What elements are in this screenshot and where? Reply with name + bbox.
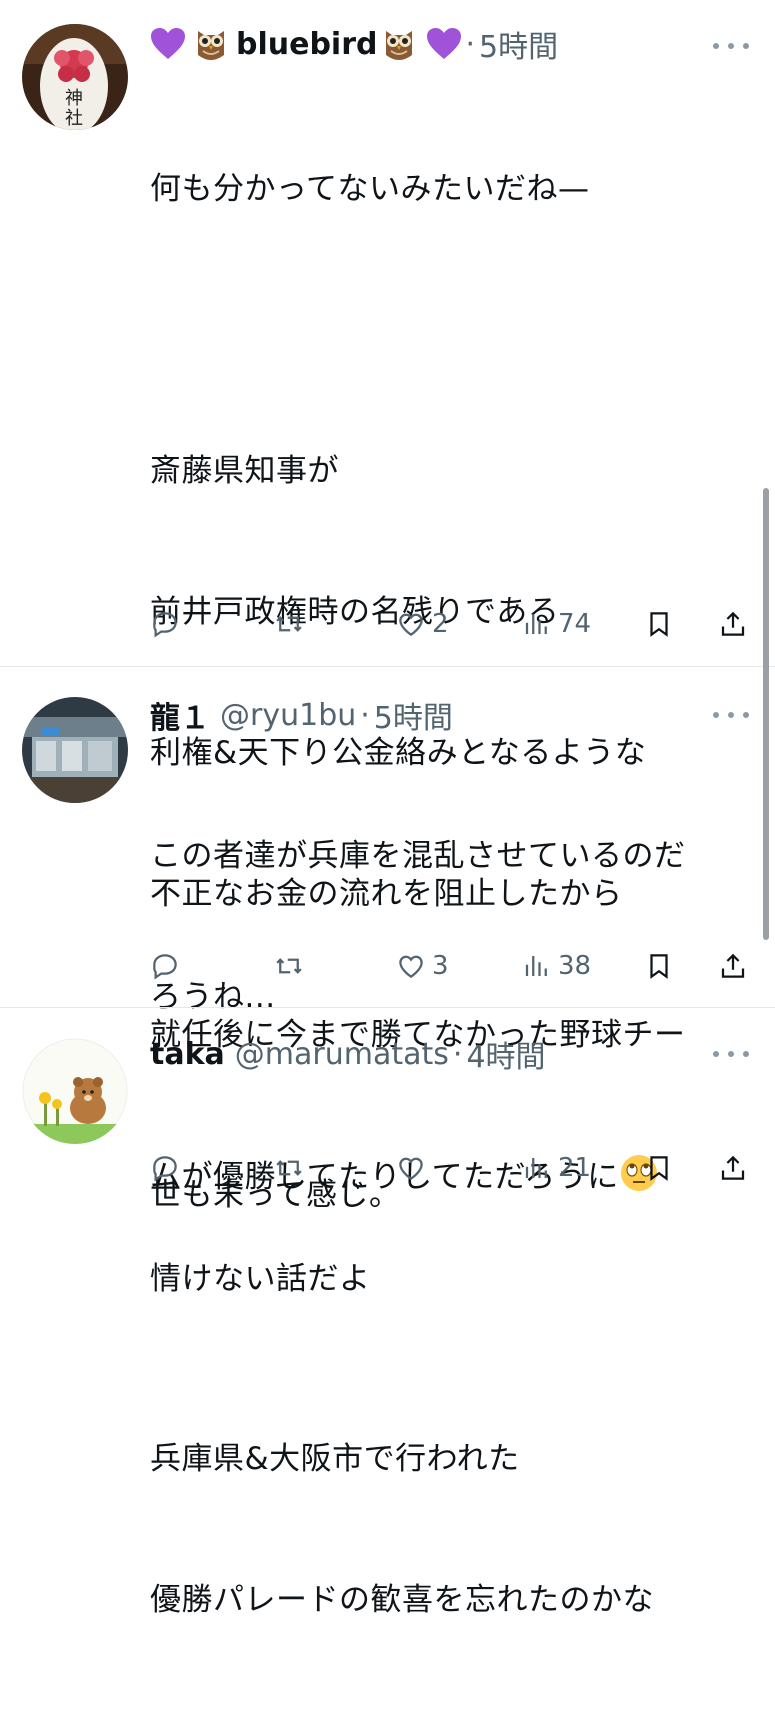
- share-icon: [721, 953, 745, 978]
- text-line: 兵庫県&大阪市で行われた: [150, 1441, 520, 1477]
- name-emoji-right: [382, 25, 462, 63]
- display-name[interactable]: 龍１: [150, 693, 210, 737]
- timestamp[interactable]: 4時間: [466, 1032, 545, 1076]
- tweet-actions: 21: [150, 1148, 750, 1188]
- name-emoji-left: [150, 25, 228, 63]
- tweet-1[interactable]: 神 社 bluebird · 5時間 何も分かってないみたいだね— 斎藤県知事が…: [0, 0, 775, 1618]
- like-icon: [399, 613, 423, 636]
- svg-text:神: 神: [65, 88, 83, 109]
- like-count: 2: [432, 609, 449, 639]
- reply-button[interactable]: [150, 946, 186, 986]
- purple-heart-icon: [426, 28, 461, 59]
- tweet-header: taka @marumatats · 4時間: [150, 1030, 546, 1078]
- reply-icon: [153, 612, 177, 638]
- share-button[interactable]: [718, 604, 748, 644]
- views-button[interactable]: 38: [522, 946, 591, 986]
- avatar[interactable]: [22, 697, 128, 803]
- more-icon[interactable]: [713, 705, 749, 725]
- retweet-button[interactable]: [274, 1148, 310, 1188]
- reply-icon: [153, 954, 177, 980]
- more-icon[interactable]: [713, 36, 749, 56]
- share-button[interactable]: [718, 1148, 748, 1188]
- timestamp[interactable]: 5時間: [374, 693, 453, 737]
- share-icon: [721, 1155, 745, 1180]
- retweet-button[interactable]: [274, 946, 310, 986]
- tweet-text: 世も末って感じ。: [150, 1078, 400, 1313]
- like-icon: [399, 1157, 423, 1180]
- share-icon: [721, 611, 745, 636]
- bookmark-button[interactable]: [644, 604, 674, 644]
- tweet-3[interactable]: taka @marumatats · 4時間 世も末って感じ。 21: [0, 1008, 775, 1213]
- like-icon: [399, 955, 423, 978]
- reply-button[interactable]: [150, 1148, 186, 1188]
- like-button[interactable]: [396, 1148, 432, 1188]
- separator-dot: ·: [465, 26, 476, 62]
- retweet-icon: [276, 1160, 302, 1176]
- avatar[interactable]: [22, 1038, 128, 1144]
- views-icon: [525, 1158, 547, 1178]
- views-icon: [525, 956, 547, 976]
- text-line: 何も分かってないみたいだね—: [150, 171, 590, 207]
- handle[interactable]: @marumatats: [235, 1037, 449, 1072]
- bookmark-button[interactable]: [644, 946, 674, 986]
- text-line: [150, 307, 686, 354]
- owl-icon: [385, 31, 412, 60]
- retweet-button[interactable]: [274, 604, 310, 644]
- scrollbar[interactable]: [763, 488, 769, 940]
- tweet-actions: 2 74: [150, 604, 750, 644]
- bookmark-icon: [650, 954, 668, 979]
- retweet-icon: [276, 958, 302, 974]
- display-name[interactable]: bluebird: [236, 27, 378, 62]
- like-button[interactable]: 3: [396, 946, 449, 986]
- views-icon: [525, 614, 547, 634]
- more-icon[interactable]: [713, 1044, 749, 1064]
- text-line: この者達が兵庫を混乱させているのだ: [150, 838, 686, 874]
- like-count: 3: [432, 951, 449, 981]
- tweet-header: bluebird · 5時間: [150, 20, 558, 68]
- tweet-2[interactable]: 龍１ @ryu1bu · 5時間 この者達が兵庫を混乱させているのだ ろうね..…: [0, 667, 775, 1297]
- tweet-header: 龍１ @ryu1bu · 5時間: [150, 691, 453, 739]
- views-button[interactable]: 21: [522, 1148, 591, 1188]
- views-count: 74: [558, 609, 592, 639]
- bookmark-button[interactable]: [644, 1148, 674, 1188]
- display-name[interactable]: taka: [150, 1037, 225, 1072]
- like-button[interactable]: 2: [396, 604, 449, 644]
- handle[interactable]: @ryu1bu: [220, 698, 356, 733]
- avatar[interactable]: 神 社: [22, 24, 128, 130]
- bookmark-icon: [650, 1156, 668, 1181]
- views-count: 21: [558, 1153, 592, 1183]
- text-line: 斎藤県知事が: [150, 453, 339, 489]
- purple-heart-icon: [151, 28, 185, 59]
- retweet-icon: [276, 616, 302, 632]
- reply-icon: [153, 1156, 177, 1182]
- separator-dot: ·: [452, 1036, 463, 1072]
- tweet-actions: 3 38: [150, 946, 750, 986]
- text-line: 優勝パレードの歓喜を忘れたのかな: [150, 1582, 654, 1618]
- share-button[interactable]: [718, 946, 748, 986]
- views-button[interactable]: 74: [522, 604, 591, 644]
- views-count: 38: [558, 951, 592, 981]
- owl-icon: [198, 31, 224, 60]
- bookmark-icon: [650, 612, 668, 637]
- svg-text:社: 社: [65, 108, 83, 129]
- reply-button[interactable]: [150, 604, 186, 644]
- timestamp[interactable]: 5時間: [479, 22, 558, 66]
- separator-dot: ·: [360, 697, 370, 733]
